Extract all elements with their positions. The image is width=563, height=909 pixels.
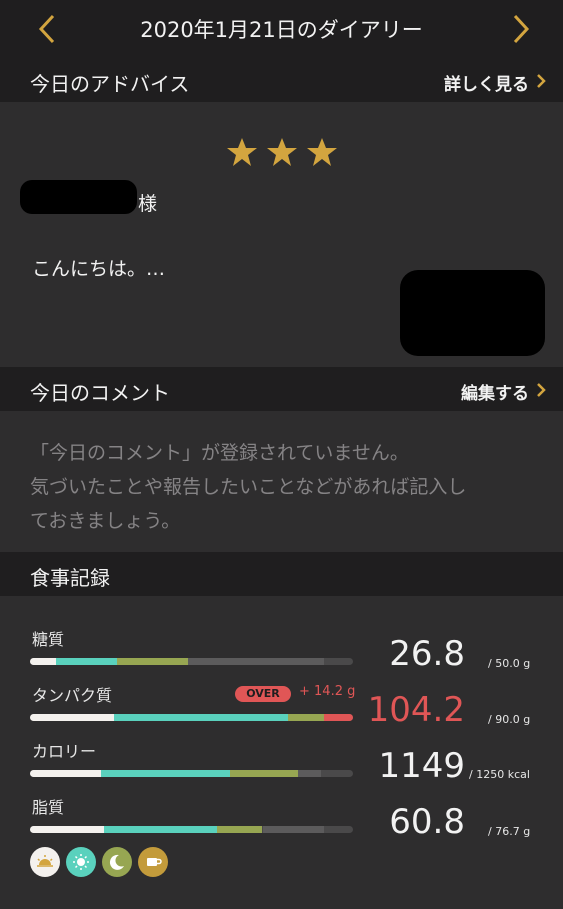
nutrient-unit-fat: / 76.7 g	[488, 825, 531, 838]
meal-dinner-button[interactable]	[102, 847, 132, 877]
page-title: 2020年1月21日のダイアリー	[140, 18, 423, 42]
nutrient-bar-calories	[30, 770, 353, 777]
bar-segment-dinner	[230, 770, 298, 777]
diary-header: 2020年1月21日のダイアリー	[0, 0, 563, 58]
bar-segment-dinner	[217, 826, 262, 833]
comment-placeholder-line: 気づいたことや報告したいことなどがあれば記入し	[30, 476, 467, 498]
nutrient-value-fat: 60.8	[389, 802, 465, 842]
bar-segment-dinner	[288, 714, 324, 721]
nutrient-value-calories: 1149	[378, 746, 465, 786]
nutrient-label-carbs: 糖質	[32, 630, 65, 649]
sunrise-icon	[37, 855, 53, 867]
bar-segment-snack	[188, 658, 324, 665]
next-day-button[interactable]	[505, 12, 535, 46]
bar-segment-dinner	[117, 658, 188, 665]
star-icon	[266, 138, 297, 166]
bar-segment-breakfast	[30, 770, 101, 777]
star-icon	[306, 138, 337, 166]
nutrient-value-carbs: 26.8	[389, 634, 465, 674]
meal-lunch-button[interactable]	[66, 847, 96, 877]
nutrient-bar-protein	[30, 714, 353, 721]
nutrient-label-protein: タンパク質	[32, 686, 113, 705]
bar-segment-breakfast	[30, 826, 104, 833]
nutrient-label-fat: 脂質	[32, 798, 65, 817]
nutrient-value-protein: 104.2	[367, 690, 465, 730]
sun-icon	[73, 854, 89, 870]
comment-placeholder-line: 「今日のコメント」が登録されていません。	[30, 442, 409, 464]
moon-icon	[109, 854, 124, 870]
comment-placeholder-line: ておきましょう。	[30, 510, 181, 532]
comment-placeholder[interactable]: 「今日のコメント」が登録されていません。 気づいたことや報告したいことなどがあれ…	[30, 436, 540, 538]
nutrient-unit-carbs: / 50.0 g	[488, 657, 531, 670]
advice-greeting: こんにちは。…	[32, 258, 166, 280]
over-badge: OVER	[235, 686, 291, 702]
advice-rating	[0, 136, 563, 172]
advice-section-title: 今日のアドバイス	[30, 72, 190, 96]
view-details-link[interactable]: 詳しく見る	[444, 70, 529, 95]
nutrient-unit-protein: / 90.0 g	[488, 713, 531, 726]
bar-segment-snack	[298, 770, 321, 777]
nutrient-bar-carbs	[30, 658, 353, 665]
bar-segment-snack	[263, 826, 324, 833]
nutrient-unit-calories: / 1250 kcal	[469, 768, 530, 781]
comment-section-title: 今日のコメント	[30, 381, 170, 405]
bar-segment-breakfast	[30, 714, 114, 721]
chevron-right-icon[interactable]	[535, 381, 547, 399]
star-icon	[226, 138, 257, 166]
bar-segment-lunch	[114, 714, 288, 721]
bar-segment-breakfast	[30, 658, 56, 665]
meal-section-title: 食事記録	[30, 566, 110, 590]
bar-segment-lunch	[104, 826, 217, 833]
comment-section-header: 今日のコメント 編集する	[0, 367, 563, 411]
edit-comment-link[interactable]: 編集する	[461, 379, 529, 404]
advice-section-header: 今日のアドバイス 詳しく見る	[0, 58, 563, 102]
redacted-image	[400, 270, 545, 356]
meal-breakfast-button[interactable]	[30, 847, 60, 877]
meal-section-header: 食事記録	[0, 552, 563, 596]
bar-segment-lunch	[101, 770, 230, 777]
chevron-right-icon[interactable]	[535, 72, 547, 90]
redacted-name	[20, 180, 137, 214]
meal-snack-button[interactable]	[138, 847, 168, 877]
cup-icon	[147, 858, 162, 866]
chevron-right-icon	[513, 14, 530, 44]
bar-segment-lunch	[56, 658, 117, 665]
nutrient-bar-fat	[30, 826, 353, 833]
honorific-suffix: 様	[138, 193, 158, 215]
nutrient-label-calories: カロリー	[32, 742, 97, 761]
